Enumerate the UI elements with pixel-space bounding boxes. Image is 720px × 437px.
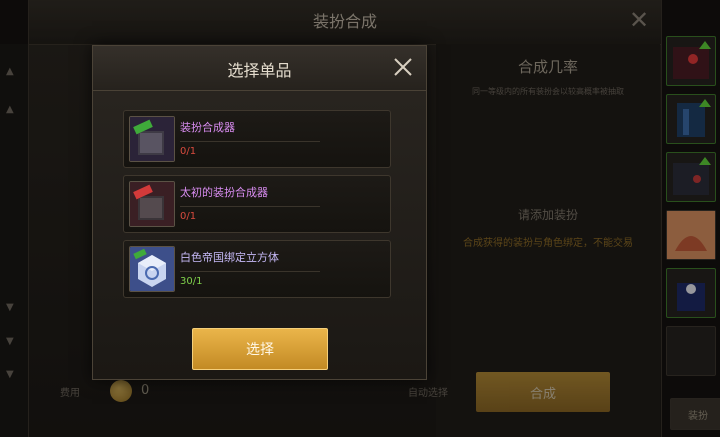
close-icon[interactable] xyxy=(390,54,416,80)
select-button[interactable]: 选择 xyxy=(192,328,328,370)
dialog-header: 选择单品 xyxy=(93,46,426,91)
synth-device-icon xyxy=(129,116,175,162)
item-row[interactable]: 太初的装扮合成器 0/1 xyxy=(123,175,391,233)
item-list: 装扮合成器 0/1 太初的装扮合成器 0/1 白色帝国绑定立方体 30/1 xyxy=(123,110,391,305)
divider xyxy=(180,206,320,207)
dialog-title: 选择单品 xyxy=(227,61,292,80)
item-count: 30/1 xyxy=(180,276,203,287)
item-count: 0/1 xyxy=(180,211,197,222)
synth-device-icon xyxy=(129,181,175,227)
item-row[interactable]: 装扮合成器 0/1 xyxy=(123,110,391,168)
item-row[interactable]: 白色帝国绑定立方体 30/1 xyxy=(123,240,391,298)
item-count: 0/1 xyxy=(180,146,197,157)
divider xyxy=(180,141,320,142)
item-name: 白色帝国绑定立方体 xyxy=(180,251,279,264)
select-item-dialog: 选择单品 装扮合成器 0/1 太初的装扮合成器 0/1 白色帝国绑定立方体 30… xyxy=(92,45,427,380)
item-name: 太初的装扮合成器 xyxy=(180,186,268,199)
item-name: 装扮合成器 xyxy=(180,121,235,134)
cube-icon xyxy=(129,246,175,292)
divider xyxy=(180,271,320,272)
